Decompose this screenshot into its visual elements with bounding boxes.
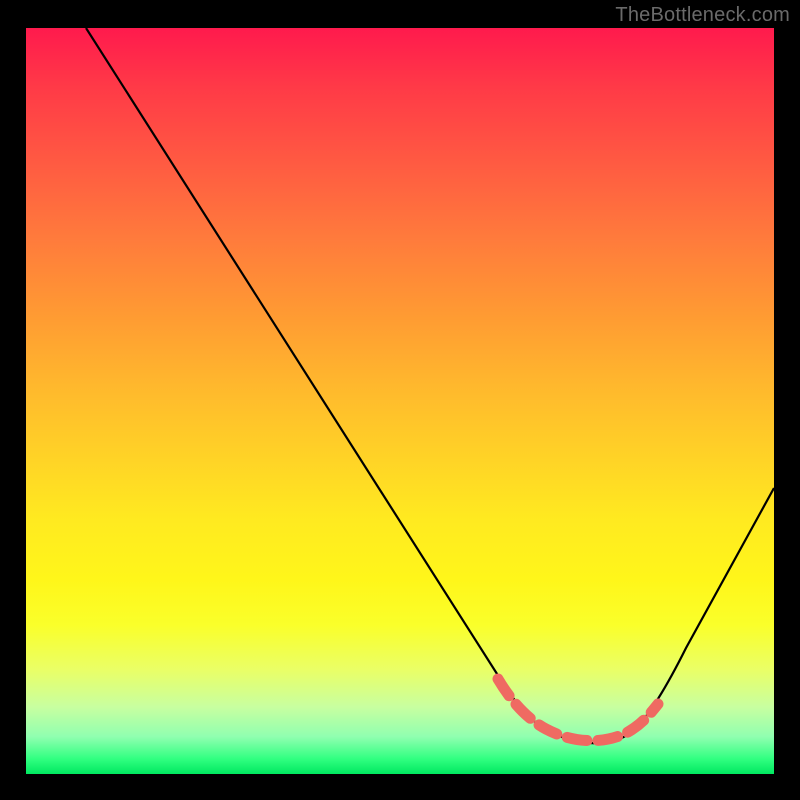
bottleneck-curve bbox=[86, 28, 774, 743]
curve-svg bbox=[26, 28, 774, 774]
plot-area bbox=[26, 28, 774, 774]
flat-zone-marker bbox=[498, 679, 658, 741]
watermark-text: TheBottleneck.com bbox=[615, 4, 790, 27]
